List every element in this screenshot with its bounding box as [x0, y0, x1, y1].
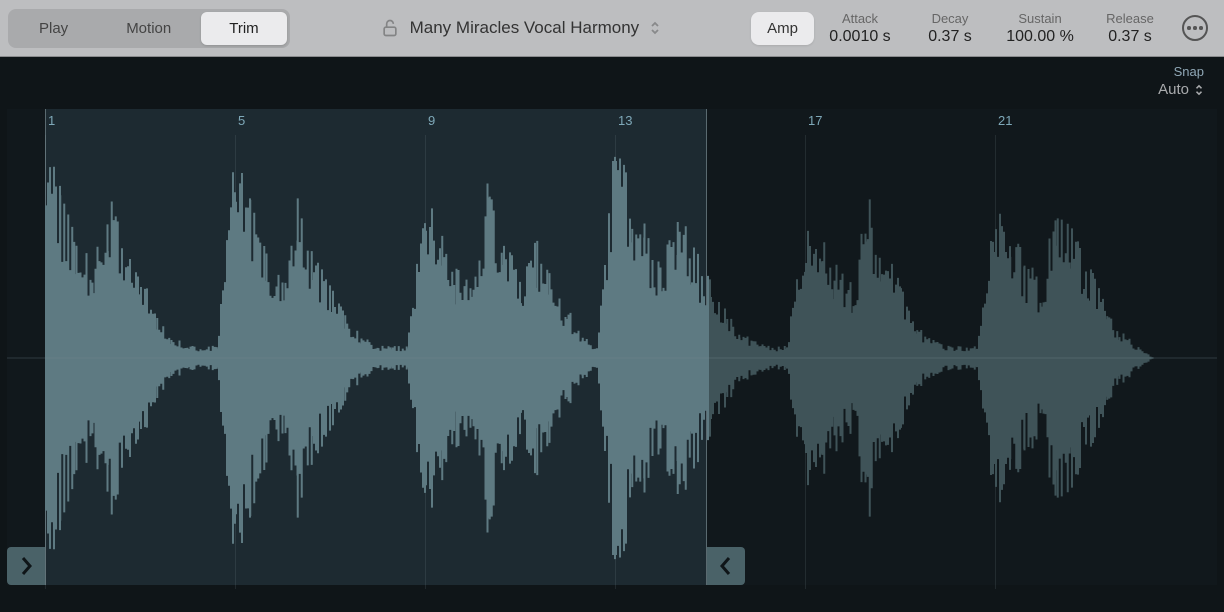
ellipsis-icon: [1187, 26, 1203, 30]
release-param[interactable]: Release 0.37 s: [1096, 11, 1164, 46]
trim-start-handle[interactable]: [7, 547, 45, 585]
amp-button[interactable]: Amp: [751, 12, 814, 45]
waveform-display: [7, 131, 1217, 585]
attack-label: Attack: [826, 11, 894, 26]
unlock-icon: [380, 18, 400, 38]
ruler-tick: 21: [998, 113, 1012, 128]
play-tab[interactable]: Play: [11, 12, 96, 45]
mode-segmented-control: Play Motion Trim: [8, 9, 290, 48]
more-menu-button[interactable]: [1182, 15, 1208, 41]
sustain-value: 100.00 %: [1006, 28, 1074, 46]
ruler-tick: 9: [428, 113, 435, 128]
attack-value: 0.0010 s: [826, 28, 894, 46]
ruler-tick: 5: [238, 113, 245, 128]
snap-value: Auto: [1158, 81, 1204, 98]
beat-ruler: 1 5 9 13 17 21: [7, 113, 1217, 131]
decay-value: 0.37 s: [916, 28, 984, 46]
ruler-tick: 13: [618, 113, 632, 128]
sustain-label: Sustain: [1006, 11, 1074, 26]
motion-tab[interactable]: Motion: [98, 12, 199, 45]
sustain-param[interactable]: Sustain 100.00 %: [1006, 11, 1074, 46]
ruler-tick: 1: [48, 113, 55, 128]
release-value: 0.37 s: [1096, 28, 1164, 46]
trim-end-handle[interactable]: [707, 547, 745, 585]
decay-label: Decay: [916, 11, 984, 26]
ruler-tick: 17: [808, 113, 822, 128]
chevron-updown-icon: [649, 21, 661, 35]
release-label: Release: [1096, 11, 1164, 26]
sample-title: Many Miracles Vocal Harmony: [410, 18, 640, 38]
snap-label: Snap: [1158, 64, 1204, 79]
toolbar: Play Motion Trim Many Miracles Vocal Har…: [0, 0, 1224, 57]
waveform-editor[interactable]: 1 5 9 13 17 21: [7, 109, 1217, 585]
chevron-left-icon: [718, 555, 734, 577]
adsr-params: Attack 0.0010 s Decay 0.37 s Sustain 100…: [826, 11, 1164, 46]
decay-param[interactable]: Decay 0.37 s: [916, 11, 984, 46]
snap-control[interactable]: Snap Auto: [1158, 64, 1204, 99]
sample-title-area[interactable]: Many Miracles Vocal Harmony: [302, 18, 740, 38]
attack-param[interactable]: Attack 0.0010 s: [826, 11, 894, 46]
chevron-right-icon: [18, 555, 34, 577]
trim-tab[interactable]: Trim: [201, 12, 286, 45]
chevron-updown-icon: [1194, 84, 1204, 96]
